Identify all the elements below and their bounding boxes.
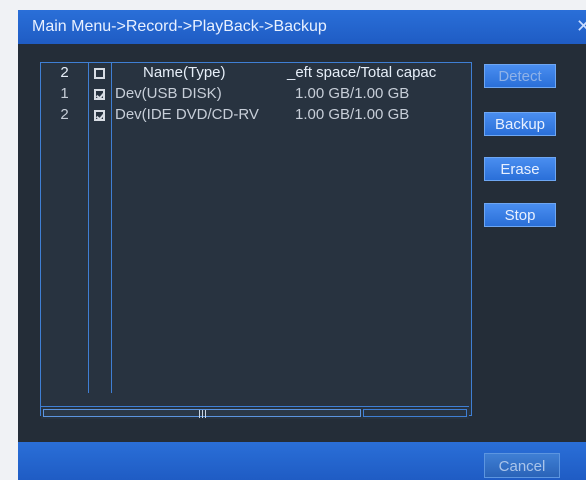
table-row[interactable]: 1 Dev(USB DISK) 1.00 GB/1.00 GB: [41, 85, 471, 105]
scrollbar-track[interactable]: [363, 409, 467, 417]
cancel-button[interactable]: Cancel: [484, 453, 560, 478]
backup-button[interactable]: Backup: [484, 112, 556, 136]
erase-button[interactable]: Erase: [484, 157, 556, 181]
detect-button[interactable]: Detect: [484, 64, 556, 88]
list-header: 2 Name(Type) _eft space/Total capac: [41, 63, 471, 85]
title-bar: Main Menu->Record->PlayBack->Backup ✕: [18, 10, 586, 44]
row-number: 1: [60, 85, 69, 102]
row-checkbox[interactable]: [94, 110, 105, 121]
header-count: 2: [60, 64, 69, 81]
device-space: 1.00 GB/1.00 GB: [295, 106, 410, 123]
device-list: 2 Name(Type) _eft space/Total capac 1 De…: [40, 62, 472, 419]
header-space[interactable]: _eft space/Total capac: [287, 64, 436, 81]
backup-dialog: Main Menu->Record->PlayBack->Backup ✕ 2 …: [18, 10, 586, 480]
scroll-grip-icon: [199, 410, 207, 418]
close-icon[interactable]: ✕: [576, 10, 586, 44]
device-name: Dev(USB DISK): [115, 85, 222, 102]
stop-button[interactable]: Stop: [484, 203, 556, 227]
device-name: Dev(IDE DVD/CD-RV: [115, 106, 259, 123]
row-checkbox[interactable]: [94, 89, 105, 100]
table-row[interactable]: 2 Dev(IDE DVD/CD-RV 1.00 GB/1.00 GB: [41, 106, 471, 126]
footer-bar: Cancel: [18, 442, 586, 480]
scrollbar-thumb[interactable]: [43, 409, 361, 418]
row-number: 2: [60, 106, 69, 123]
select-all-checkbox[interactable]: [94, 68, 105, 79]
window-title: Main Menu->Record->PlayBack->Backup: [32, 18, 327, 35]
horizontal-scrollbar[interactable]: [41, 406, 469, 419]
device-space: 1.00 GB/1.00 GB: [295, 85, 410, 102]
header-name[interactable]: Name(Type): [143, 64, 226, 81]
